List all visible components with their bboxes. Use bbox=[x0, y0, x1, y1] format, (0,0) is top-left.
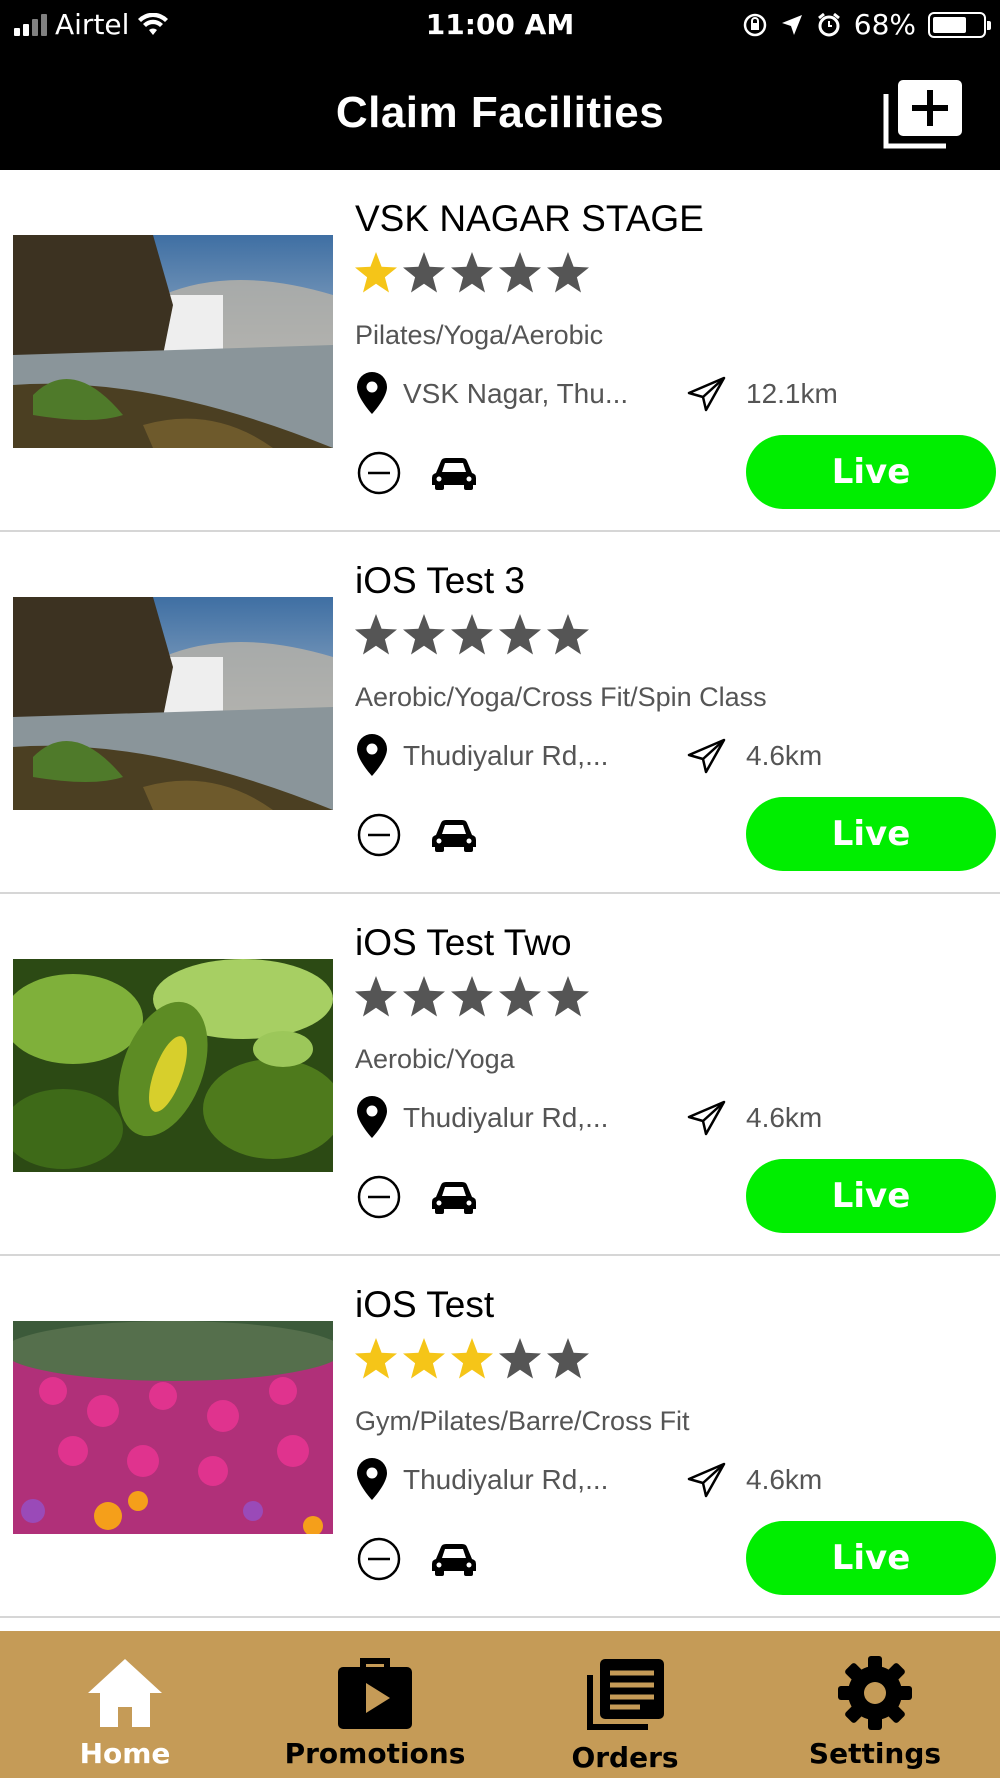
tab-bar: Home Promotions Orders Settings bbox=[0, 1631, 1000, 1778]
rating-stars bbox=[353, 974, 591, 1020]
car-icon[interactable] bbox=[430, 1179, 478, 1215]
facility-card[interactable]: iOS Test 3 Aerobic/Yoga/Cross Fit/Spin C… bbox=[0, 532, 1000, 894]
live-button[interactable]: Live bbox=[746, 1521, 996, 1595]
facility-name: VSK NAGAR STAGE bbox=[355, 198, 704, 239]
facility-image bbox=[13, 1321, 333, 1534]
rotation-lock-icon bbox=[743, 13, 767, 36]
star-icon bbox=[451, 1338, 493, 1379]
facility-name: iOS Test bbox=[355, 1284, 495, 1325]
car-icon[interactable] bbox=[430, 817, 478, 853]
location-arrow-icon bbox=[781, 14, 802, 35]
facility-location: Thudiyalur Rd,... bbox=[403, 740, 609, 771]
star-icon bbox=[499, 252, 541, 293]
gear-icon bbox=[838, 1656, 912, 1730]
paper-plane-icon bbox=[687, 1462, 726, 1498]
tab-promotions[interactable]: Promotions bbox=[250, 1631, 500, 1778]
star-icon bbox=[499, 1338, 541, 1379]
star-icon bbox=[355, 976, 397, 1017]
tab-settings[interactable]: Settings bbox=[750, 1631, 1000, 1778]
star-icon bbox=[355, 1338, 397, 1379]
facility-name: iOS Test Two bbox=[355, 922, 572, 963]
facility-image bbox=[13, 235, 333, 448]
facility-categories: Aerobic/Yoga/Cross Fit/Spin Class bbox=[355, 682, 767, 712]
facility-location: VSK Nagar, Thu... bbox=[403, 378, 629, 409]
page-title: Claim Facilities bbox=[335, 88, 665, 137]
facility-image bbox=[13, 597, 333, 810]
facility-list: VSK NAGAR STAGE Pilates/Yoga/Aerobic VSK… bbox=[0, 170, 1000, 1618]
battery-percent: 68% bbox=[853, 8, 916, 41]
paper-plane-icon bbox=[687, 738, 726, 774]
remove-circle-icon[interactable] bbox=[356, 1536, 402, 1582]
star-icon bbox=[355, 614, 397, 655]
car-icon[interactable] bbox=[430, 455, 478, 491]
star-icon bbox=[547, 252, 589, 293]
remove-circle-icon[interactable] bbox=[356, 450, 402, 496]
star-icon bbox=[547, 976, 589, 1017]
home-icon bbox=[88, 1659, 162, 1727]
facility-distance: 12.1km bbox=[746, 378, 838, 409]
facility-distance: 4.6km bbox=[746, 1102, 823, 1133]
promotions-icon bbox=[338, 1658, 412, 1729]
add-facility-button[interactable] bbox=[882, 76, 966, 150]
star-icon bbox=[499, 614, 541, 655]
facility-location: Thudiyalur Rd,... bbox=[403, 1102, 609, 1133]
star-icon bbox=[403, 976, 445, 1017]
facility-image bbox=[13, 959, 333, 1172]
star-icon bbox=[547, 1338, 589, 1379]
tab-orders-label: Orders bbox=[571, 1741, 679, 1774]
facility-card[interactable]: iOS Test Gym/Pilates/Barre/Cross Fit Thu… bbox=[0, 1256, 1000, 1618]
location-pin-icon bbox=[357, 734, 387, 776]
facility-categories: Gym/Pilates/Barre/Cross Fit bbox=[355, 1406, 690, 1436]
tab-home-label: Home bbox=[79, 1737, 171, 1770]
tab-home[interactable]: Home bbox=[0, 1631, 250, 1778]
facility-card[interactable]: iOS Test Two Aerobic/Yoga Thudiyalur Rd,… bbox=[0, 894, 1000, 1256]
facility-categories: Pilates/Yoga/Aerobic bbox=[355, 320, 604, 350]
facility-distance: 4.6km bbox=[746, 740, 823, 771]
remove-circle-icon[interactable] bbox=[356, 1174, 402, 1220]
facility-distance: 4.6km bbox=[746, 1464, 823, 1495]
facility-card[interactable]: VSK NAGAR STAGE Pilates/Yoga/Aerobic VSK… bbox=[0, 170, 1000, 532]
star-icon bbox=[451, 252, 493, 293]
remove-circle-icon[interactable] bbox=[356, 812, 402, 858]
live-button[interactable]: Live bbox=[746, 1159, 996, 1233]
tab-promotions-label: Promotions bbox=[284, 1737, 466, 1770]
star-icon bbox=[403, 614, 445, 655]
status-bar: Airtel 11:00 AM 68% bbox=[0, 0, 1000, 50]
rating-stars bbox=[353, 250, 591, 296]
live-button[interactable]: Live bbox=[746, 435, 996, 509]
nav-header: Claim Facilities bbox=[0, 50, 1000, 170]
status-right: 68% bbox=[742, 8, 991, 41]
rating-stars bbox=[353, 612, 591, 658]
battery-icon bbox=[928, 11, 991, 38]
star-icon bbox=[403, 252, 445, 293]
car-icon[interactable] bbox=[430, 1541, 478, 1577]
rating-stars bbox=[353, 1336, 591, 1382]
alarm-icon bbox=[817, 12, 840, 36]
facility-name: iOS Test 3 bbox=[355, 560, 526, 601]
star-icon bbox=[355, 252, 397, 293]
tab-settings-label: Settings bbox=[808, 1737, 942, 1770]
star-icon bbox=[547, 614, 589, 655]
orders-icon bbox=[587, 1659, 664, 1730]
location-pin-icon bbox=[357, 1458, 387, 1500]
paper-plane-icon bbox=[687, 1100, 726, 1136]
location-pin-icon bbox=[357, 372, 387, 414]
star-icon bbox=[403, 1338, 445, 1379]
tab-orders[interactable]: Orders bbox=[500, 1631, 750, 1778]
star-icon bbox=[499, 976, 541, 1017]
facility-categories: Aerobic/Yoga bbox=[355, 1044, 515, 1074]
facility-location: Thudiyalur Rd,... bbox=[403, 1464, 609, 1495]
battery-level bbox=[933, 16, 966, 33]
live-button[interactable]: Live bbox=[746, 797, 996, 871]
paper-plane-icon bbox=[687, 376, 726, 412]
star-icon bbox=[451, 976, 493, 1017]
star-icon bbox=[451, 614, 493, 655]
location-pin-icon bbox=[357, 1096, 387, 1138]
